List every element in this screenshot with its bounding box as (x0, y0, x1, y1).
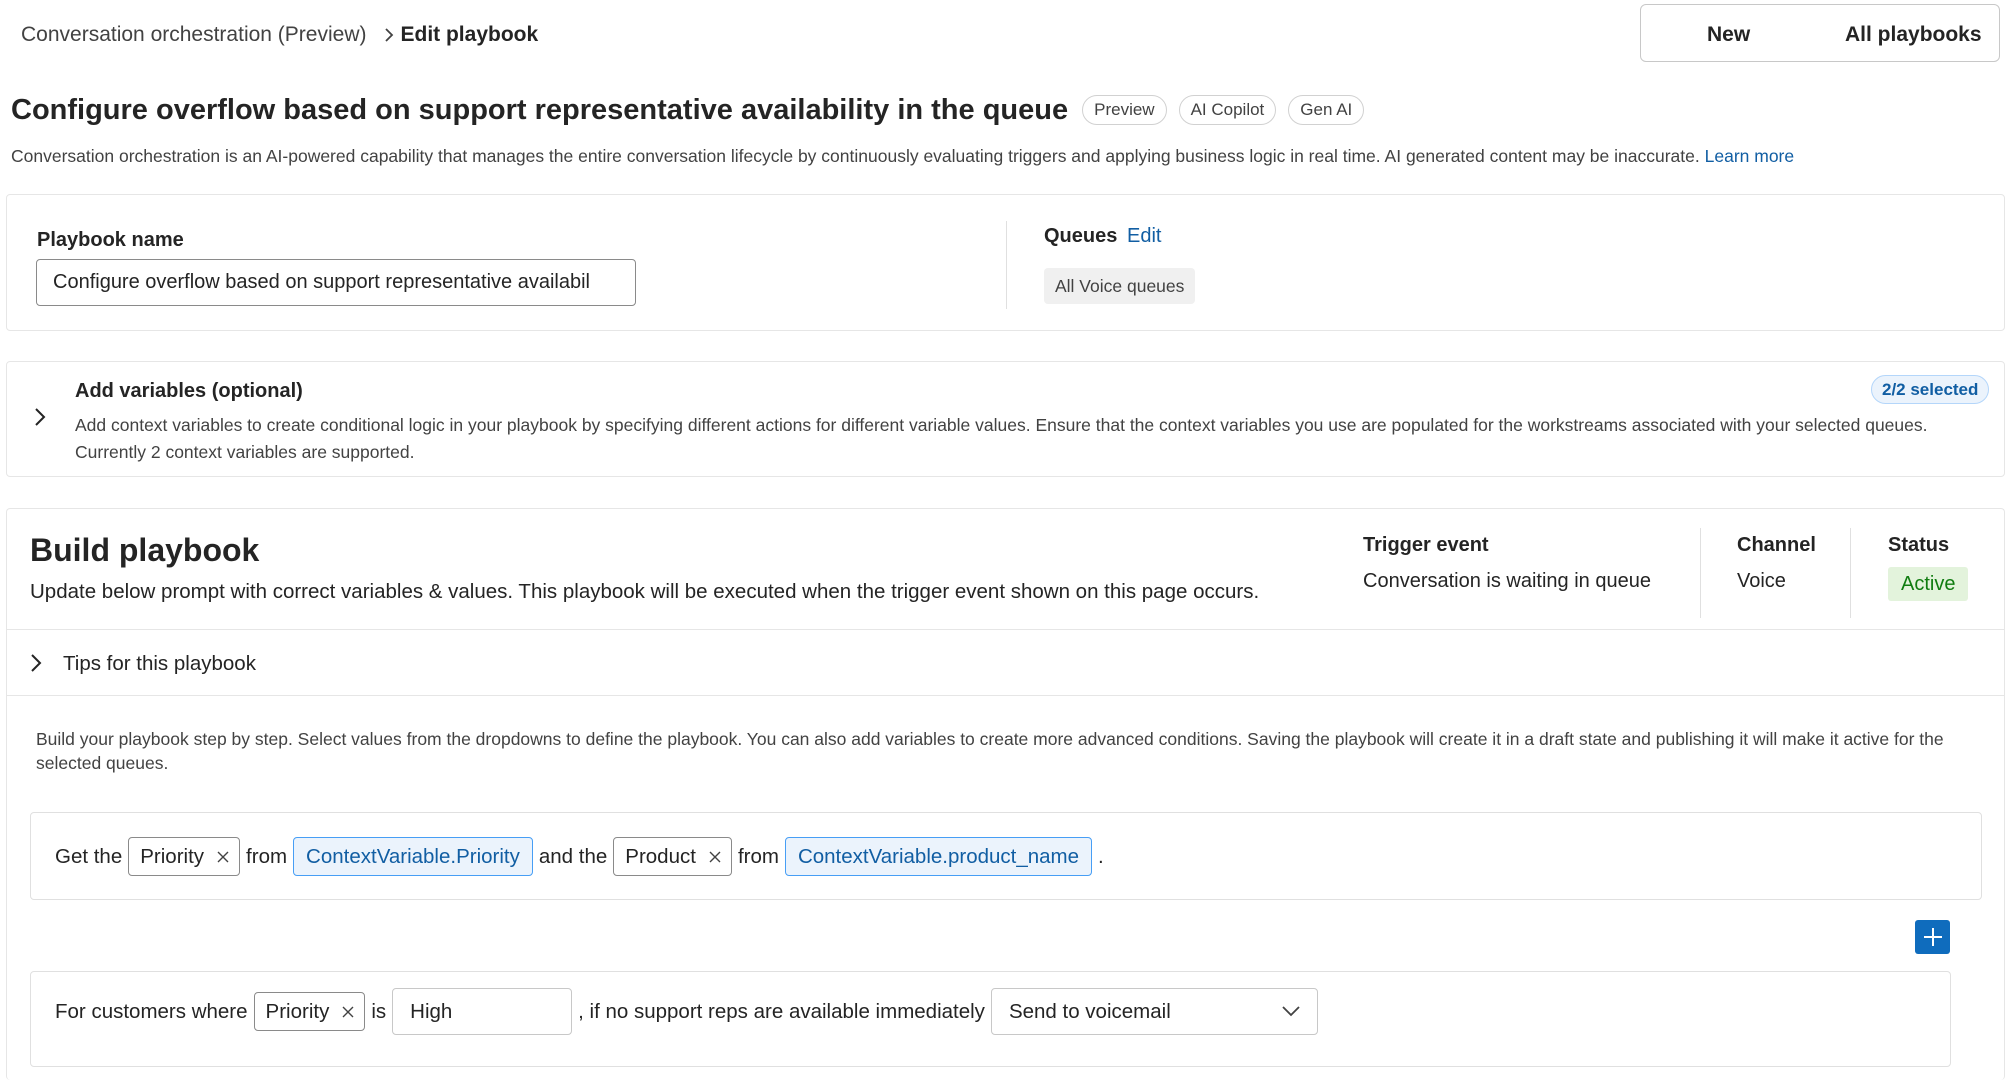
page-description: Conversation orchestration is an AI-powe… (11, 146, 1794, 167)
channel-label: Channel (1737, 534, 1816, 556)
status-badge: Active (1888, 567, 1969, 601)
sentence-text: is (371, 999, 387, 1023)
add-variables-card[interactable]: Add variables (optional) 2/2 selected Ad… (6, 361, 2005, 477)
variables-title: Add variables (optional) (75, 380, 303, 402)
queues-label: Queues (1044, 225, 1118, 247)
divider (1850, 528, 1851, 618)
playbook-settings-card: Playbook name Configure overflow based o… (6, 194, 2005, 331)
top-actions-group: New All playbooks (1640, 4, 2000, 62)
variable-definition-sentence: Get the Priority from ContextVariable.Pr… (55, 837, 1110, 876)
divider (7, 629, 2004, 630)
page-title-row: Configure overflow based on support repr… (11, 90, 1365, 130)
chevron-right-icon[interactable] (29, 652, 43, 674)
playbook-name-label: Playbook name (37, 229, 184, 251)
overflow-action-dropdown[interactable]: Send to voicemail (990, 988, 1318, 1035)
chip-label: Priority (265, 999, 330, 1023)
build-help-text: Build your playbook step by step. Select… (36, 729, 1944, 773)
condition-step: For customers where Priority is High , i… (30, 971, 1951, 1067)
divider (1006, 221, 1007, 309)
chevron-down-icon (1282, 1006, 1300, 1017)
trigger-event-value: Conversation is waiting in queue (1363, 570, 1651, 592)
description-text: Conversation orchestration is an AI-powe… (11, 146, 1700, 166)
sentence-text: and the (538, 844, 608, 868)
trigger-event-label: Trigger event (1363, 534, 1489, 556)
sentence-text: . (1098, 844, 1104, 868)
sentence-text: from (246, 844, 288, 868)
priority-value-input[interactable]: High (392, 988, 573, 1035)
context-variable-priority-chip[interactable]: ContextVariable.Priority (293, 837, 533, 876)
chevron-right-icon (384, 27, 394, 43)
close-icon[interactable] (217, 851, 229, 863)
condition-sentence: For customers where Priority is High , i… (55, 988, 1318, 1035)
context-variable-product-chip[interactable]: ContextVariable.product_name (784, 837, 1093, 876)
selected-count-badge: 2/2 selected (1871, 375, 1990, 404)
close-icon[interactable] (709, 851, 721, 863)
all-playbooks-button[interactable]: All playbooks (1845, 23, 1982, 47)
breadcrumb-current: Edit playbook (400, 23, 539, 46)
variable-chip-product[interactable]: Product (613, 837, 732, 876)
chip-label: Priority (140, 844, 205, 868)
channel-value: Voice (1737, 570, 1786, 592)
sentence-text: , if no support reps are available immed… (578, 999, 985, 1023)
breadcrumb-parent-link[interactable]: Conversation orchestration (Preview) (21, 23, 366, 47)
queues-edit-link[interactable]: Edit (1127, 225, 1161, 248)
sentence-text: from (737, 844, 779, 868)
build-playbook-subtitle: Update below prompt with correct variabl… (30, 580, 1260, 603)
new-button[interactable]: New (1707, 23, 1750, 47)
build-playbook-title: Build playbook (30, 532, 260, 568)
sentence-text: Get the (55, 844, 123, 868)
preview-tag: Preview (1082, 95, 1167, 125)
ai-copilot-tag: AI Copilot (1178, 95, 1277, 125)
variable-chip-priority[interactable]: Priority (253, 992, 366, 1031)
playbook-name-input[interactable]: Configure overflow based on support repr… (36, 259, 636, 306)
learn-more-link[interactable]: Learn more (1705, 146, 1795, 166)
add-step-button[interactable] (1915, 920, 1950, 954)
variable-definition-step: Get the Priority from ContextVariable.Pr… (30, 812, 1982, 900)
close-icon[interactable] (342, 1006, 354, 1018)
status-label: Status (1888, 534, 1950, 556)
chevron-right-icon[interactable] (33, 406, 47, 428)
breadcrumb: Conversation orchestration (Preview) Edi… (21, 20, 538, 50)
dropdown-value: Send to voicemail (1008, 999, 1171, 1023)
tips-toggle[interactable]: Tips for this playbook (63, 652, 256, 676)
variables-description: Add context variables to create conditio… (75, 415, 1928, 462)
divider (7, 695, 2004, 696)
page-title: Configure overflow based on support repr… (11, 93, 1069, 126)
divider (1700, 528, 1701, 618)
queue-chip: All Voice queues (1044, 268, 1196, 304)
chip-label: Product (625, 844, 696, 868)
gen-ai-tag: Gen AI (1288, 95, 1365, 125)
sentence-text: For customers where (55, 999, 248, 1023)
variable-chip-priority[interactable]: Priority (128, 837, 241, 876)
plus-icon (1923, 928, 1942, 946)
